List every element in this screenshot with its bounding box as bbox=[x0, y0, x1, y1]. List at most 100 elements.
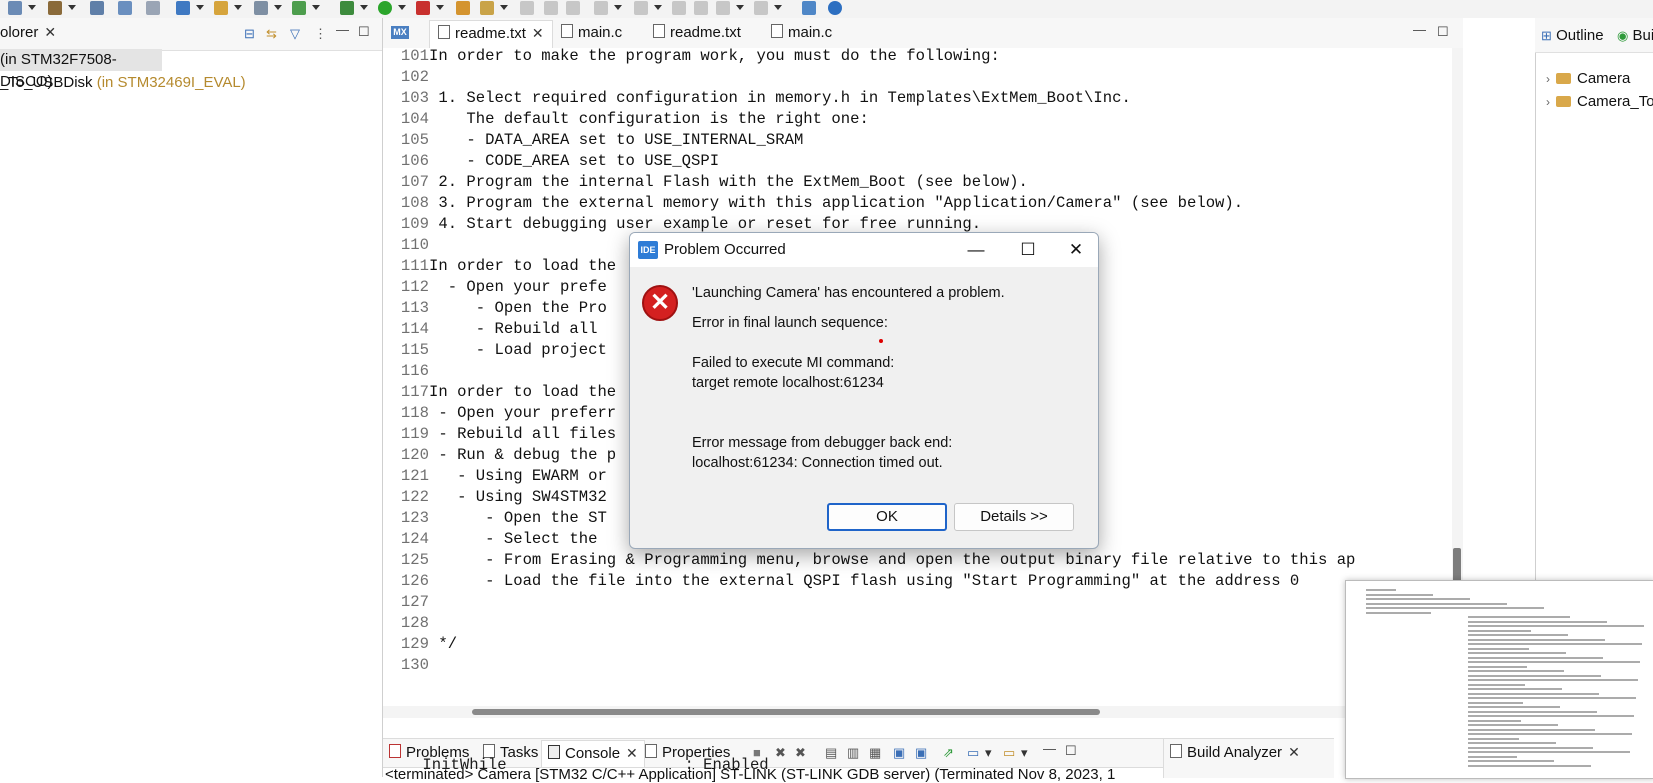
disconnect-icon[interactable] bbox=[146, 1, 160, 15]
collapse-all-icon[interactable]: ⊟ bbox=[244, 26, 255, 42]
chevron-down-icon[interactable] bbox=[196, 5, 204, 10]
outline-item[interactable]: › Camera bbox=[1546, 70, 1630, 87]
clear-console-icon[interactable]: ▤ bbox=[825, 745, 837, 761]
chevron-down-icon[interactable] bbox=[736, 5, 744, 10]
editor-line[interactable]: 116 bbox=[383, 361, 429, 382]
wand-icon[interactable] bbox=[480, 1, 494, 15]
chevron-down-icon[interactable] bbox=[436, 5, 444, 10]
chevron-down-icon[interactable] bbox=[274, 5, 282, 10]
back-arrow-icon[interactable] bbox=[716, 1, 730, 15]
window-thumbnail-preview[interactable] bbox=[1345, 580, 1653, 779]
editor-line[interactable]: 129 */ bbox=[383, 634, 457, 655]
word-wrap-icon[interactable]: ▦ bbox=[869, 745, 881, 761]
bug-icon[interactable] bbox=[340, 1, 354, 15]
chevron-down-icon[interactable] bbox=[234, 5, 242, 10]
scrollbar-thumb[interactable] bbox=[472, 709, 1100, 715]
chevron-right-icon[interactable]: › bbox=[1546, 95, 1556, 109]
dialog-titlebar[interactable]: IDE Problem Occurred — ☐ ✕ bbox=[630, 233, 1098, 267]
editor-line[interactable]: 117In order to load the bbox=[383, 382, 616, 403]
tab-build-targets[interactable]: ◉ Build Targets bbox=[1617, 27, 1653, 44]
stm32cubemx-icon[interactable]: MX bbox=[391, 26, 409, 39]
chevron-down-icon[interactable] bbox=[500, 5, 508, 10]
close-icon[interactable]: ✕ bbox=[532, 25, 544, 42]
editor-line[interactable]: 123 - Open the ST bbox=[383, 508, 607, 529]
maximize-icon[interactable]: ☐ bbox=[1437, 24, 1449, 40]
remove-all-icon[interactable]: ✖ bbox=[795, 745, 806, 761]
close-icon[interactable]: ✕ bbox=[1288, 744, 1300, 761]
minimize-icon[interactable]: — bbox=[336, 22, 349, 38]
maximize-icon[interactable]: ☐ bbox=[1065, 743, 1077, 759]
display-console-icon[interactable]: ▭ bbox=[967, 745, 979, 761]
package-icon[interactable] bbox=[214, 1, 228, 15]
editor-line[interactable]: 114 - Rebuild all bbox=[383, 319, 598, 340]
toggle-icon[interactable] bbox=[520, 1, 534, 15]
editor-line[interactable]: 113 - Open the Pro bbox=[383, 298, 607, 319]
minimize-button[interactable]: — bbox=[954, 237, 998, 263]
chevron-down-icon[interactable] bbox=[68, 5, 76, 10]
project-tree-item[interactable]: (in STM32F7508-DISCO) bbox=[0, 49, 162, 90]
chevron-down-icon[interactable] bbox=[398, 5, 406, 10]
editor-line[interactable]: 112 - Open your prefe bbox=[383, 277, 607, 298]
chevron-down-icon[interactable]: ▾ bbox=[1021, 745, 1028, 761]
annotation-icon[interactable] bbox=[594, 1, 608, 15]
tab-readme-txt[interactable]: readme.txt bbox=[653, 24, 741, 41]
view-menu-icon[interactable]: ⋮ bbox=[314, 26, 327, 42]
chevron-right-icon[interactable]: › bbox=[1546, 72, 1556, 86]
annotation-prev-icon[interactable] bbox=[634, 1, 648, 15]
forward-arrow-icon[interactable] bbox=[754, 1, 768, 15]
close-icon[interactable]: ✕ bbox=[44, 24, 56, 41]
run-icon[interactable] bbox=[378, 1, 392, 15]
link-editor-icon[interactable]: ⇆ bbox=[266, 26, 277, 42]
chevron-down-icon[interactable] bbox=[312, 5, 320, 10]
chevron-down-icon[interactable] bbox=[614, 5, 622, 10]
project-tree-item[interactable]: _To_USBDisk (in STM32469I_EVAL) bbox=[0, 72, 246, 94]
chevron-down-icon[interactable] bbox=[654, 5, 662, 10]
show-on-stderr-icon[interactable]: ▣ bbox=[915, 745, 927, 761]
binary-icon[interactable] bbox=[90, 1, 104, 15]
ok-button[interactable]: OK bbox=[827, 503, 947, 531]
chevron-down-icon[interactable] bbox=[774, 5, 782, 10]
minimize-icon[interactable]: — bbox=[1413, 22, 1426, 38]
chevron-down-icon[interactable] bbox=[360, 5, 368, 10]
maximize-button[interactable]: ☐ bbox=[1006, 237, 1050, 263]
editor-line[interactable]: 104 The default configuration is the rig… bbox=[383, 109, 869, 130]
close-button[interactable]: ✕ bbox=[1054, 237, 1098, 263]
tab-build-analyzer[interactable]: Build Analyzer ✕ bbox=[1170, 744, 1300, 761]
editor-line[interactable]: 111In order to load the bbox=[383, 256, 616, 277]
editor-line[interactable]: 106 - CODE_AREA set to USE_QSPI bbox=[383, 151, 719, 172]
refresh-icon[interactable] bbox=[292, 1, 306, 15]
editor-line[interactable]: 102 bbox=[383, 67, 429, 88]
open-console-icon[interactable]: ▭ bbox=[1003, 745, 1015, 761]
scroll-lock-icon[interactable]: ▥ bbox=[847, 745, 859, 761]
tab-outline[interactable]: ⊞ Outline bbox=[1541, 27, 1604, 44]
maximize-icon[interactable]: ☐ bbox=[358, 24, 370, 40]
open-perspective-icon[interactable] bbox=[802, 1, 816, 15]
chevron-down-icon[interactable] bbox=[28, 5, 36, 10]
info-icon[interactable] bbox=[828, 1, 842, 15]
editor-line[interactable]: 103 1. Select required configuration in … bbox=[383, 88, 1131, 109]
editor-line[interactable]: 127 bbox=[383, 592, 429, 613]
debug-icon[interactable] bbox=[118, 1, 132, 15]
nav-back-edit-icon[interactable] bbox=[672, 1, 686, 15]
chevron-down-icon[interactable]: ▾ bbox=[985, 745, 992, 761]
editor-line[interactable]: 130 bbox=[383, 655, 429, 676]
editor-line[interactable]: 119 - Rebuild all files bbox=[383, 424, 616, 445]
open-folder-icon[interactable] bbox=[456, 1, 470, 15]
editor-line[interactable]: 105 - DATA_AREA set to USE_INTERNAL_SRAM bbox=[383, 130, 803, 151]
outline-item[interactable]: › Camera_To_USBDisk bbox=[1546, 93, 1653, 110]
editor-line[interactable]: 101In order to make the program work, yo… bbox=[383, 48, 1000, 67]
hammer-icon[interactable] bbox=[48, 1, 62, 15]
editor-line[interactable]: 120 - Run & debug the p bbox=[383, 445, 616, 466]
editor-line[interactable]: 122 - Using SW4STM32 bbox=[383, 487, 607, 508]
nav-forward-edit-icon[interactable] bbox=[694, 1, 708, 15]
editor-line[interactable]: 128 bbox=[383, 613, 429, 634]
editor-line[interactable]: 125 - From Erasing & Programming menu, b… bbox=[383, 550, 1356, 571]
pin-console-icon[interactable]: ⇗ bbox=[943, 745, 954, 761]
project-explorer-tab[interactable]: olorer ✕ bbox=[0, 24, 56, 41]
minimize-icon[interactable]: — bbox=[1043, 741, 1056, 757]
remove-launch-icon[interactable]: ✖ bbox=[775, 745, 786, 761]
tab-main-c[interactable]: main.c bbox=[561, 24, 622, 41]
new-file-icon[interactable] bbox=[254, 1, 268, 15]
details-button[interactable]: Details >> bbox=[954, 503, 1074, 531]
editor-line[interactable]: 126 - Load the file into the external QS… bbox=[383, 571, 1299, 592]
